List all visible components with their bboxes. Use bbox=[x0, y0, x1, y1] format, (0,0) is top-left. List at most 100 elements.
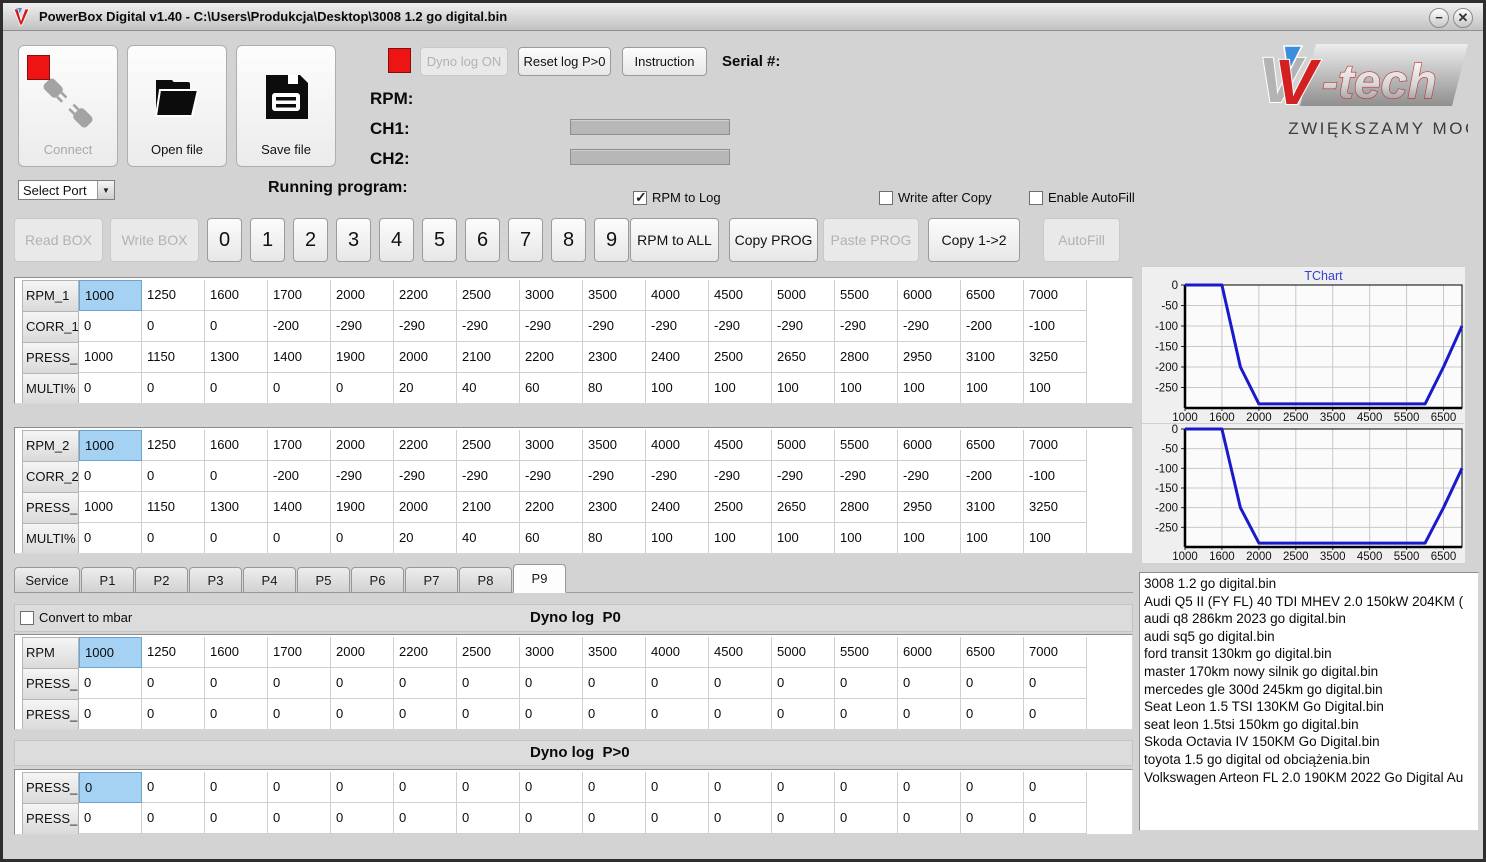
table-cell[interactable]: 0 bbox=[79, 523, 142, 553]
file-list-item[interactable]: seat leon 1.5tsi 150km go digital.bin bbox=[1144, 716, 1474, 734]
table-cell[interactable]: 0 bbox=[268, 803, 331, 834]
table-cell[interactable]: 0 bbox=[205, 668, 268, 699]
table-cell[interactable]: 2000 bbox=[331, 430, 394, 461]
table-cell[interactable]: 100 bbox=[646, 373, 709, 403]
table-cell[interactable]: 0 bbox=[520, 668, 583, 699]
table-cell[interactable]: -290 bbox=[709, 461, 772, 492]
table-cell[interactable]: 0 bbox=[205, 772, 268, 803]
write-box-button[interactable]: Write BOX bbox=[110, 218, 199, 262]
tab-p1[interactable]: P1 bbox=[81, 567, 134, 593]
table-cell[interactable]: 6000 bbox=[898, 430, 961, 461]
rpm-to-log-checkbox[interactable]: RPM to Log bbox=[633, 189, 721, 206]
table-cell[interactable]: 100 bbox=[898, 373, 961, 403]
tab-p9[interactable]: P9 bbox=[513, 564, 566, 593]
table-cell[interactable]: 2950 bbox=[898, 342, 961, 373]
table-cell[interactable]: 0 bbox=[1024, 668, 1087, 699]
table-cell[interactable]: 1300 bbox=[205, 342, 268, 373]
table-cell[interactable]: 1600 bbox=[205, 637, 268, 668]
table-cell[interactable]: 2500 bbox=[457, 637, 520, 668]
program-2-button[interactable]: 2 bbox=[293, 218, 328, 262]
table-cell[interactable]: 100 bbox=[709, 373, 772, 403]
table-cell[interactable]: 0 bbox=[709, 772, 772, 803]
table-cell[interactable]: 0 bbox=[268, 699, 331, 729]
table-cell[interactable]: 3000 bbox=[520, 430, 583, 461]
table-cell[interactable]: 1150 bbox=[142, 492, 205, 523]
table-cell[interactable]: 0 bbox=[79, 311, 142, 342]
table-cell[interactable]: -290 bbox=[457, 461, 520, 492]
table-cell[interactable]: -200 bbox=[268, 461, 331, 492]
table-cell[interactable]: 6500 bbox=[961, 280, 1024, 311]
autofill-button[interactable]: AutoFill bbox=[1043, 218, 1120, 262]
table-cell[interactable]: -290 bbox=[709, 311, 772, 342]
table-cell[interactable]: 6500 bbox=[961, 637, 1024, 668]
paste-prog-button[interactable]: Paste PROG bbox=[823, 218, 919, 262]
table-cell[interactable]: 0 bbox=[142, 373, 205, 403]
table-cell[interactable]: 2500 bbox=[457, 280, 520, 311]
table-cell[interactable]: 4500 bbox=[709, 430, 772, 461]
tab-service[interactable]: Service bbox=[14, 567, 80, 593]
table-cell[interactable]: 0 bbox=[898, 803, 961, 834]
table-cell[interactable]: 0 bbox=[142, 772, 205, 803]
table-cell[interactable]: 2950 bbox=[898, 492, 961, 523]
table-cell[interactable]: -290 bbox=[898, 311, 961, 342]
table-cell[interactable]: 80 bbox=[583, 523, 646, 553]
file-list-item[interactable]: audi q8 286km 2023 go digital.bin bbox=[1144, 610, 1474, 628]
table-cell[interactable]: -290 bbox=[646, 311, 709, 342]
rpm-to-all-button[interactable]: RPM to ALL bbox=[630, 218, 719, 262]
open-file-button[interactable]: Open file bbox=[127, 45, 227, 167]
file-list-item[interactable]: 3008 1.2 go digital.bin bbox=[1144, 575, 1474, 593]
table-cell[interactable]: 0 bbox=[331, 772, 394, 803]
table-cell[interactable]: 100 bbox=[961, 523, 1024, 553]
table-cell[interactable]: 2000 bbox=[331, 637, 394, 668]
table-cell[interactable]: 7000 bbox=[1024, 637, 1087, 668]
table-cell[interactable]: 0 bbox=[205, 803, 268, 834]
dyno-log-on-button[interactable]: Dyno log ON bbox=[420, 47, 508, 76]
file-list-item[interactable]: Volkswagen Arteon FL 2.0 190KM 2022 Go D… bbox=[1144, 769, 1474, 787]
table-cell[interactable]: 0 bbox=[772, 668, 835, 699]
table-cell[interactable]: 1700 bbox=[268, 280, 331, 311]
table-cell[interactable]: -290 bbox=[331, 311, 394, 342]
close-button[interactable]: ✕ bbox=[1453, 8, 1473, 28]
table-cell[interactable]: 0 bbox=[142, 461, 205, 492]
table-cell[interactable]: 6000 bbox=[898, 637, 961, 668]
table-cell[interactable]: 3100 bbox=[961, 342, 1024, 373]
table-cell[interactable]: 4500 bbox=[709, 637, 772, 668]
table-cell[interactable]: 2000 bbox=[331, 280, 394, 311]
table-cell[interactable]: 0 bbox=[79, 772, 142, 803]
table-cell[interactable]: 100 bbox=[898, 523, 961, 553]
table-cell[interactable]: 100 bbox=[646, 523, 709, 553]
table-cell[interactable]: 0 bbox=[205, 373, 268, 403]
minimize-button[interactable]: − bbox=[1429, 8, 1449, 28]
table-cell[interactable]: -200 bbox=[961, 461, 1024, 492]
table-cell[interactable]: 2650 bbox=[772, 342, 835, 373]
table-cell[interactable]: 4000 bbox=[646, 280, 709, 311]
table-cell[interactable]: 0 bbox=[79, 373, 142, 403]
table-cell[interactable]: 0 bbox=[898, 668, 961, 699]
copy-1-to-2-button[interactable]: Copy 1->2 bbox=[928, 218, 1020, 262]
table-cell[interactable]: 5000 bbox=[772, 430, 835, 461]
table-cell[interactable]: 0 bbox=[268, 373, 331, 403]
table-cell[interactable]: 2500 bbox=[709, 342, 772, 373]
table-cell[interactable]: 0 bbox=[520, 803, 583, 834]
table-cell[interactable]: 0 bbox=[205, 311, 268, 342]
table-cell[interactable]: -100 bbox=[1024, 461, 1087, 492]
table-cell[interactable]: -290 bbox=[331, 461, 394, 492]
table-cell[interactable]: 0 bbox=[457, 803, 520, 834]
table-cell[interactable]: -290 bbox=[835, 311, 898, 342]
table-cell[interactable]: 1300 bbox=[205, 492, 268, 523]
table-cell[interactable]: 100 bbox=[835, 373, 898, 403]
file-list-item[interactable]: Skoda Octavia IV 150KM Go Digital.bin bbox=[1144, 733, 1474, 751]
table-cell[interactable]: 80 bbox=[583, 373, 646, 403]
table-cell[interactable]: 0 bbox=[457, 772, 520, 803]
file-list-item[interactable]: Audi Q5 II (FY FL) 40 TDI MHEV 2.0 150kW… bbox=[1144, 593, 1474, 611]
table-cell[interactable]: 0 bbox=[331, 373, 394, 403]
convert-to-mbar-checkbox[interactable]: Convert to mbar bbox=[20, 610, 132, 625]
table-cell[interactable]: 20 bbox=[394, 523, 457, 553]
tab-p7[interactable]: P7 bbox=[405, 567, 458, 593]
table-cell[interactable]: 1400 bbox=[268, 492, 331, 523]
table-cell[interactable]: 0 bbox=[394, 668, 457, 699]
table-cell[interactable]: 100 bbox=[835, 523, 898, 553]
table-cell[interactable]: 2650 bbox=[772, 492, 835, 523]
save-file-button[interactable]: Save file bbox=[236, 45, 336, 167]
table-cell[interactable]: 2100 bbox=[457, 342, 520, 373]
